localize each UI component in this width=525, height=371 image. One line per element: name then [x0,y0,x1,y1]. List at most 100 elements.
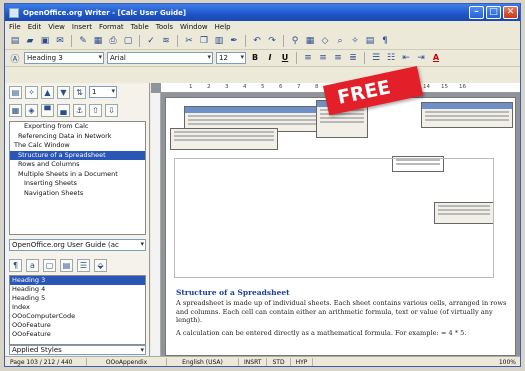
insert-mode[interactable]: INSRT [239,357,268,366]
font-name-select[interactable]: Arial [107,52,213,64]
vertical-ruler[interactable] [151,93,161,356]
anchor-icon[interactable]: ⚓ [73,103,86,117]
drag-mode-icon[interactable]: ⇅ [73,85,86,99]
bullets-icon[interactable]: ☷ [385,52,397,64]
increase-indent-icon[interactable]: ⇥ [415,52,427,64]
reminder-icon[interactable]: ◈ [25,103,38,117]
paragraph-styles-icon[interactable]: ¶ [9,258,22,272]
decrease-indent-icon[interactable]: ⇤ [400,52,412,64]
autospell-icon[interactable]: ≋ [160,35,172,47]
page-number-field[interactable]: 1 [89,86,117,98]
menu-format[interactable]: Format [99,23,124,31]
document-page[interactable]: Structure of a Spreadsheet A spreadsheet… [165,97,516,356]
zoom-level[interactable]: 100% [494,358,520,367]
gallery-icon[interactable]: ▤ [364,35,376,47]
copy-icon[interactable]: ❐ [198,35,210,47]
page-style[interactable]: OOoAppendix [87,357,167,366]
list-item[interactable]: Index [10,303,145,312]
menu-help[interactable]: Help [215,23,231,31]
next-icon[interactable]: ▼ [57,85,70,99]
email-icon[interactable]: ✉ [54,35,66,47]
minimize-button[interactable]: – [469,6,484,19]
list-item-selected[interactable]: Heading 3 [10,276,145,285]
justify-icon[interactable]: ≣ [347,52,359,64]
bold-button[interactable]: B [249,52,261,64]
menu-view[interactable]: View [48,23,65,31]
font-color-button[interactable]: A [430,52,442,64]
page-styles-icon[interactable]: ▤ [60,258,73,272]
font-size-select[interactable]: 12 [216,52,246,64]
print-icon[interactable]: ⎙ [107,35,119,47]
footer-icon[interactable]: ▄ [57,103,70,117]
content-view-icon[interactable]: ▦ [9,103,22,117]
character-styles-icon[interactable]: a [26,258,39,272]
list-item[interactable]: Heading 5 [10,294,145,303]
find-replace-icon[interactable]: ⌕ [334,35,346,47]
header-icon[interactable]: ▀ [41,103,54,117]
toggle-icon[interactable]: ▤ [9,85,22,99]
menu-file[interactable]: File [9,23,21,31]
list-item[interactable]: Exporting from Calc [10,122,145,132]
clone-format-icon[interactable]: ✒ [228,35,240,47]
align-left-icon[interactable]: ≡ [302,52,314,64]
page-preview-icon[interactable]: ▢ [122,35,134,47]
list-item[interactable]: Navigation Sheets [10,189,145,199]
language[interactable]: English (USA) [167,357,239,366]
list-item[interactable]: Multiple Sheets in a Document [10,170,145,180]
body-paragraph: A calculation can be entered directly as… [176,329,467,337]
maximize-button[interactable]: □ [486,6,501,19]
show-draw-icon[interactable]: ◇ [319,35,331,47]
menu-tools[interactable]: Tools [156,23,173,31]
save-icon[interactable]: ▣ [39,35,51,47]
selection-mode[interactable]: STD [267,357,291,366]
list-item[interactable]: Rows and Columns [10,160,145,170]
new-document-icon[interactable]: ▤ [9,35,21,47]
edit-file-icon[interactable]: ✎ [77,35,89,47]
close-button[interactable]: ✕ [503,6,518,19]
list-item[interactable]: Heading 4 [10,285,145,294]
list-item[interactable]: OOoFeature [10,330,145,339]
previous-icon[interactable]: ▲ [41,85,54,99]
align-right-icon[interactable]: ≡ [332,52,344,64]
fill-format-icon[interactable]: ⬙ [94,258,107,272]
formatting-marks-icon[interactable]: ¶ [379,35,391,47]
list-item-selected[interactable]: Structure of a Spreadsheet [10,150,145,160]
list-item[interactable]: Referencing Data in Network [10,132,145,142]
title-bar[interactable]: OpenOffice.org Writer - [Calc User Guide… [5,4,520,21]
spellcheck-icon[interactable]: ✓ [145,35,157,47]
list-styles-icon[interactable]: ☰ [77,258,90,272]
menu-window[interactable]: Window [180,23,208,31]
document-select[interactable]: OpenOffice.org User Guide (ac [9,239,146,251]
underline-button[interactable]: U [279,52,291,64]
styles-formatting-icon[interactable]: Ⓐ [9,52,21,65]
promote-chapter-icon[interactable]: ⇧ [89,103,102,117]
list-item[interactable]: The Calc Window [10,141,145,151]
list-item[interactable]: OOoComputerCode [10,312,145,321]
list-item[interactable]: OOoFeature [10,321,145,330]
navigator-icon[interactable]: ✧ [349,35,361,47]
navigation-icon[interactable]: ✧ [25,85,38,99]
open-folder-icon[interactable]: ▰ [24,35,36,47]
navigator-list: Exporting from Calc Referencing Data in … [9,121,146,235]
redo-icon[interactable]: ↷ [266,35,278,47]
hyperlink-icon[interactable]: ⚲ [289,35,301,47]
hyperlink-mode[interactable]: HYP [291,357,314,366]
numbering-icon[interactable]: ☰ [370,52,382,64]
paste-icon[interactable]: ▥ [213,35,225,47]
table-icon[interactable]: ▦ [304,35,316,47]
menu-table[interactable]: Table [131,23,149,31]
cut-icon[interactable]: ✂ [183,35,195,47]
section-heading: Structure of a Spreadsheet [176,288,290,297]
page-count[interactable]: Page 103 / 212 / 440 [5,357,87,366]
demote-chapter-icon[interactable]: ⇩ [105,103,118,117]
align-center-icon[interactable]: ≡ [317,52,329,64]
menu-edit[interactable]: Edit [28,23,42,31]
export-pdf-icon[interactable]: ▦ [92,35,104,47]
italic-button[interactable]: I [264,52,276,64]
menu-insert[interactable]: Insert [72,23,92,31]
style-filter-select[interactable]: Applied Styles [9,345,146,355]
undo-icon[interactable]: ↶ [251,35,263,47]
list-item[interactable]: Inserting Sheets [10,179,145,189]
paragraph-style-select[interactable]: Heading 3 [24,52,104,64]
frame-styles-icon[interactable]: ▢ [43,258,56,272]
